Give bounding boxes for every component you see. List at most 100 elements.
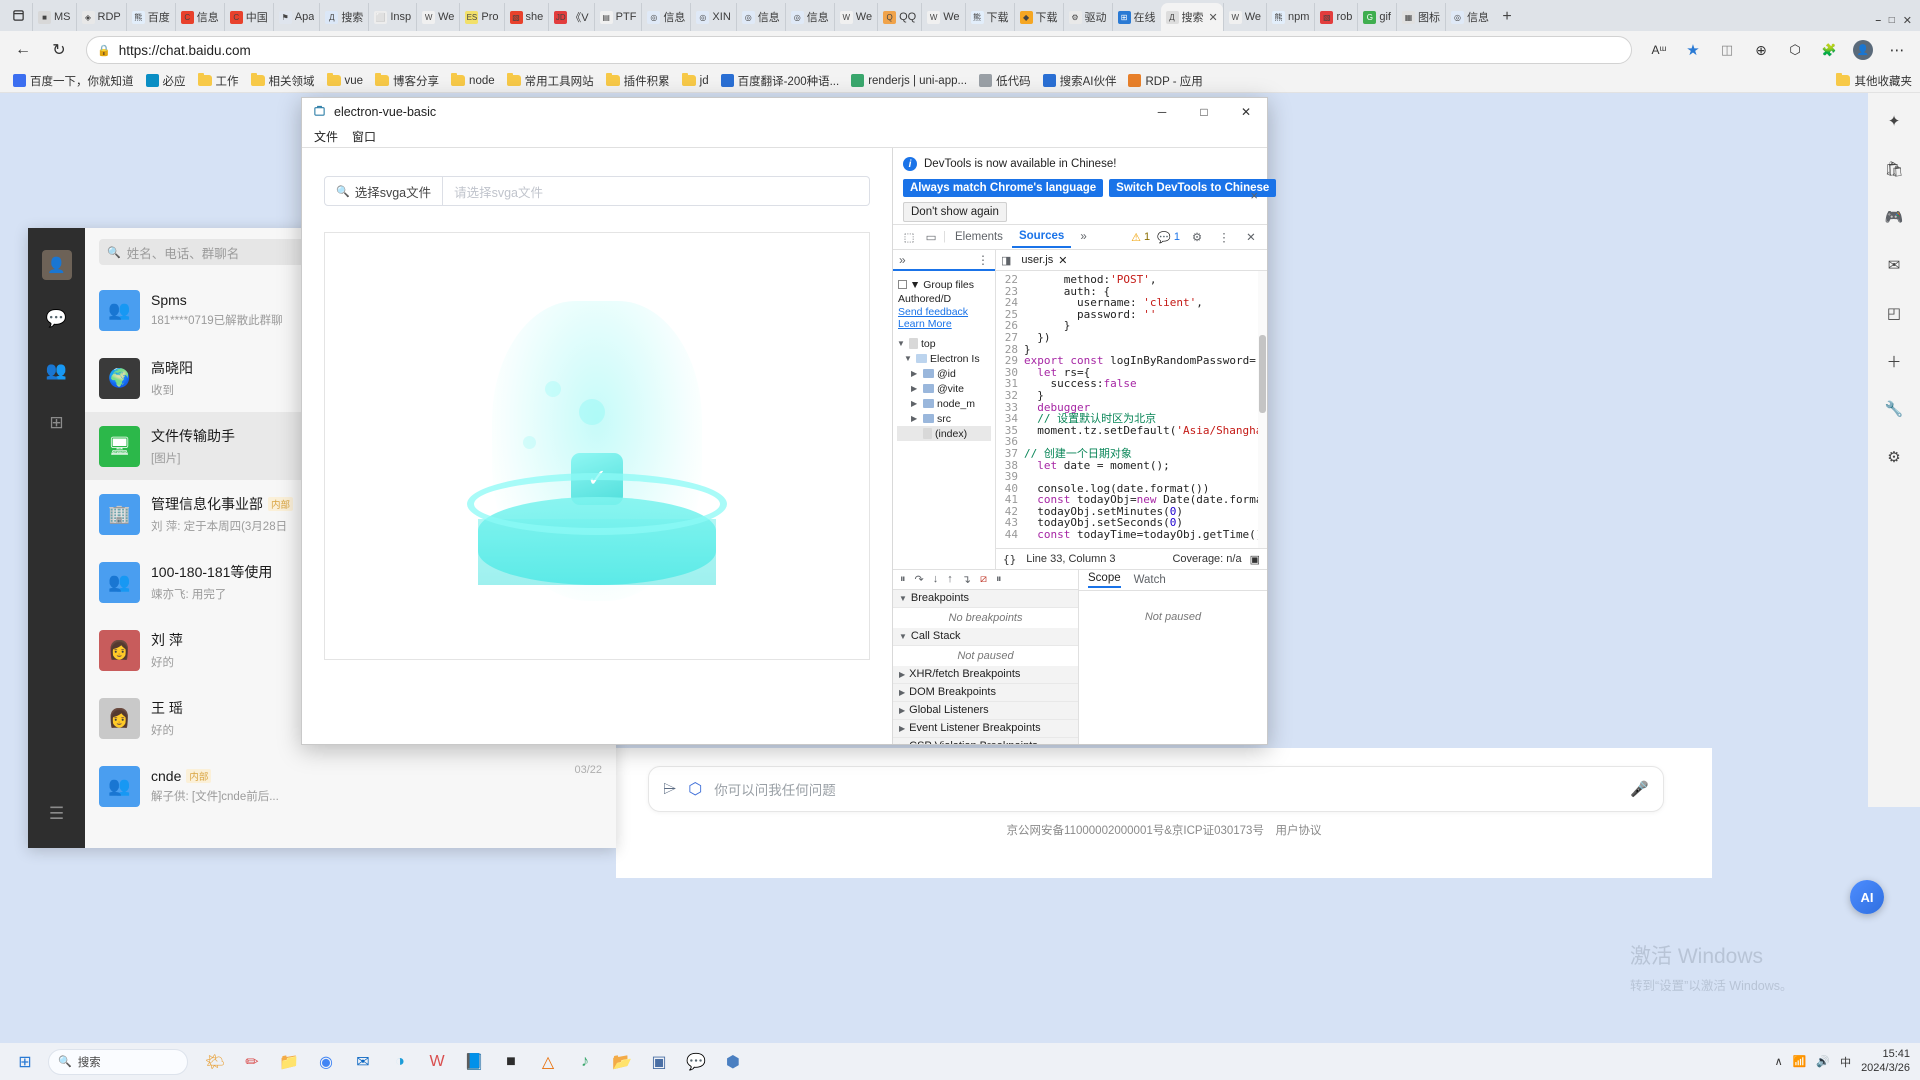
debugger-section-header[interactable]: ▶ Global Listeners	[893, 701, 1078, 720]
always-match-language-button[interactable]: Always match Chrome's language	[903, 179, 1104, 197]
browser-tab[interactable]: ▦ 图标	[1395, 3, 1445, 31]
taskbar-app-terminal[interactable]: ■	[494, 1046, 528, 1078]
reload-button[interactable]: ↻	[44, 35, 74, 65]
debugger-section-header[interactable]: ▶ DOM Breakpoints	[893, 683, 1078, 702]
maximize-icon[interactable]: □	[1889, 15, 1895, 26]
browser-tab[interactable]: ▧ she	[503, 3, 549, 31]
browser-tab[interactable]: 熊下载	[964, 3, 1014, 31]
kebab-menu-icon[interactable]: ⋮	[1214, 227, 1234, 247]
browser-tab[interactable]: ⚙ 驱动	[1062, 3, 1112, 31]
file-tab-userjs[interactable]: user.js ✕	[1016, 251, 1073, 269]
debugger-section-header[interactable]: ▼ Breakpoints	[893, 589, 1078, 608]
svga-file-path-input[interactable]: 请选择svga文件	[443, 176, 870, 206]
taskbar-app-pencil[interactable]: ✏	[235, 1046, 269, 1078]
bookmark-item[interactable]: 相关领域	[246, 71, 320, 91]
format-code-icon[interactable]: {}	[1003, 553, 1016, 566]
group-files-checkbox[interactable]	[898, 280, 907, 289]
more-panes-icon[interactable]: »	[899, 253, 906, 267]
file-tree-node[interactable]: ▶ @vite	[897, 381, 991, 396]
taskbar-app-widgets[interactable]: 🌤	[198, 1046, 232, 1078]
chevron-icon[interactable]: ▶	[911, 369, 920, 378]
drawer-toggle-icon[interactable]: ▣	[1250, 553, 1260, 566]
close-tab-icon[interactable]: ✕	[1209, 11, 1218, 24]
taskbar-app-explorer[interactable]: 📁	[272, 1046, 306, 1078]
bookmark-item[interactable]: vue	[322, 73, 369, 89]
pause-resume-icon[interactable]: ⏸	[900, 573, 906, 586]
browser-tab-active[interactable]: Д 搜索 ✕	[1160, 3, 1223, 31]
chevron-icon[interactable]: ▶	[911, 399, 920, 408]
add-icon[interactable]: ＋	[1880, 347, 1908, 375]
shopping-icon[interactable]: 🛍	[1880, 155, 1908, 183]
browser-tab[interactable]: ▧ rob	[1314, 3, 1357, 31]
line-number[interactable]: 29	[996, 355, 1024, 367]
start-button[interactable]: ⊞	[8, 1046, 42, 1078]
split-screen-icon[interactable]: ◫	[1712, 35, 1742, 65]
taskbar-app-vlc[interactable]: △	[531, 1046, 565, 1078]
browser-tab[interactable]: ■ MS	[32, 3, 76, 31]
menu-item-window[interactable]: 窗口	[352, 128, 376, 145]
browser-tab[interactable]: JD 《V	[548, 3, 593, 31]
line-number[interactable]: 22	[996, 274, 1024, 286]
browser-tab[interactable]: C 信息	[174, 3, 224, 31]
browser-essentials-icon[interactable]: ⬡	[1780, 35, 1810, 65]
menu-item-file[interactable]: 文件	[314, 128, 338, 145]
line-number[interactable]: 44	[996, 529, 1024, 541]
browser-tab[interactable]: ◎ 信息	[735, 3, 785, 31]
step-icon[interactable]: ↴	[962, 573, 971, 586]
line-number[interactable]: 34	[996, 413, 1024, 425]
line-number[interactable]: 39	[996, 471, 1024, 483]
browser-tab[interactable]: C 中国	[223, 3, 273, 31]
taskbar-app-notes[interactable]: 📘	[457, 1046, 491, 1078]
maximize-button[interactable]: □	[1183, 98, 1225, 126]
inspect-element-icon[interactable]: ⬚	[899, 227, 919, 247]
chevron-icon[interactable]: ▼	[904, 354, 913, 363]
tab-scope[interactable]: Scope	[1088, 572, 1121, 588]
line-number[interactable]: 32	[996, 390, 1024, 402]
step-out-icon[interactable]: ↑	[947, 573, 953, 585]
deactivate-breakpoints-icon[interactable]: ⧄	[980, 573, 987, 586]
bookmark-item[interactable]: jd	[677, 73, 714, 89]
browser-tab[interactable]: ◈ RDP	[75, 3, 126, 31]
navigator-kebab-icon[interactable]: ⋮	[977, 253, 989, 267]
close-icon[interactable]: ✕	[1903, 14, 1912, 27]
minimize-icon[interactable]: ⎯	[1876, 15, 1881, 26]
taskbar-search[interactable]: 🔍 搜索	[48, 1048, 188, 1075]
ime-indicator[interactable]: 中	[1840, 1054, 1851, 1070]
debugger-section-header[interactable]: ▶ XHR/fetch Breakpoints	[893, 665, 1078, 684]
chat-icon[interactable]: 💬	[44, 306, 70, 332]
ai-assistant-button[interactable]: AI	[1850, 880, 1884, 914]
new-tab-button[interactable]: +	[1494, 3, 1520, 31]
taskbar-app-chrome[interactable]: ◉	[309, 1046, 343, 1078]
electron-title-bar[interactable]: electron-vue-basic ─ □ ✕	[302, 98, 1267, 126]
chat-input-placeholder[interactable]: 你可以问我任何问题	[714, 779, 1618, 799]
browser-tab[interactable]: Д 搜索	[319, 3, 368, 31]
browser-tab[interactable]: ◎ 信息	[1444, 3, 1494, 31]
read-aloud-icon[interactable]: Aᵚ	[1644, 35, 1674, 65]
profile-avatar[interactable]: 👤	[1848, 35, 1878, 65]
file-tree-node[interactable]: ▼ top	[897, 336, 991, 351]
browser-tab[interactable]: ⬜ Insp	[368, 3, 416, 31]
file-tree-node[interactable]: (index)	[897, 426, 991, 442]
chevron-icon[interactable]: ▶	[911, 384, 920, 393]
settings-icon[interactable]: ⚙	[1880, 443, 1908, 471]
bookmark-item[interactable]: 常用工具网站	[502, 71, 599, 91]
step-into-icon[interactable]: ↓	[933, 573, 939, 585]
code-view[interactable]: 22 method:'POST', 23 auth: {24 username: …	[996, 271, 1267, 548]
taskbar-app-wps[interactable]: W	[420, 1046, 454, 1078]
debugger-section-header[interactable]: ▶ CSP Violation Breakpoints	[893, 737, 1078, 744]
taskbar-app-mail[interactable]: ✉	[346, 1046, 380, 1078]
issues-count-badge[interactable]: 💬 1	[1157, 231, 1180, 244]
apps-icon[interactable]: ⊞	[44, 410, 70, 436]
chevron-icon[interactable]: ▶	[911, 414, 920, 423]
bookmark-item[interactable]: RDP - 应用	[1123, 71, 1207, 91]
file-tree-node[interactable]: ▼ Electron Is	[897, 351, 991, 366]
settings-menu-icon[interactable]: ⋯	[1882, 35, 1912, 65]
file-tree-node[interactable]: ▶ src	[897, 411, 991, 426]
browser-tab[interactable]: W We	[921, 3, 964, 31]
bookmark-item[interactable]: 插件积累	[601, 71, 675, 91]
tab-elements[interactable]: Elements	[948, 227, 1010, 247]
step-over-icon[interactable]: ↷	[915, 573, 924, 586]
editor-scrollbar[interactable]	[1258, 271, 1267, 548]
chat-input-bar[interactable]: ⌲ ⬡ 你可以问我任何问题 🎤	[648, 766, 1664, 812]
close-button[interactable]: ✕	[1225, 98, 1267, 126]
